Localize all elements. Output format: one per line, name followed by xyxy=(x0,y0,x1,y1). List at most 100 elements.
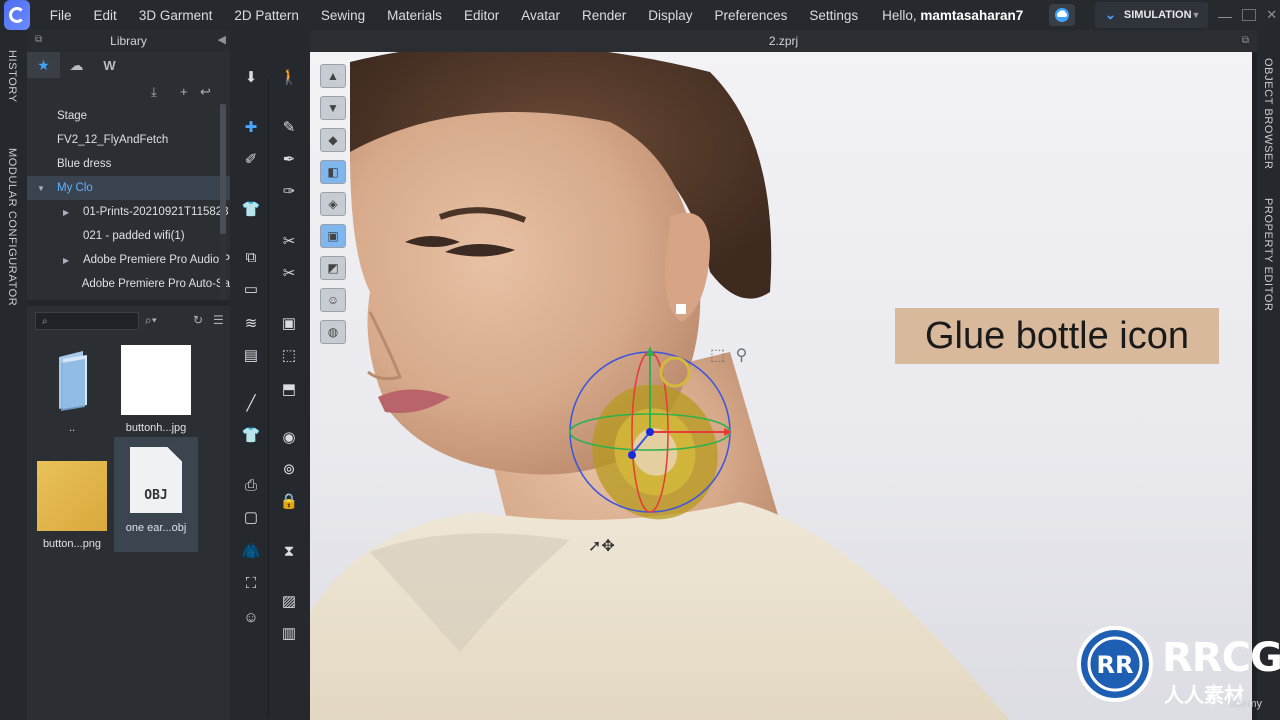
mesh-view-icon[interactable]: ◈ xyxy=(320,192,346,216)
tree-item-label: My Clo xyxy=(57,182,93,194)
tab-modular-configurator[interactable]: MODULAR CONFIGURATOR xyxy=(6,148,18,306)
shirt-edit-icon[interactable]: 👕 xyxy=(238,424,264,446)
menu-3d-garment[interactable]: 3D Garment xyxy=(139,8,213,23)
layer-icon[interactable]: ▤ xyxy=(238,344,264,366)
menu-bar: File Edit 3D Garment 2D Pattern Sewing M… xyxy=(0,0,1280,30)
print-icon[interactable]: ⎙ xyxy=(238,474,264,496)
needle-icon[interactable]: ╱ xyxy=(238,392,264,414)
expand-down-icon[interactable]: ▼ xyxy=(37,184,47,193)
transform-gizmo[interactable] xyxy=(560,342,760,542)
garment-shaded-icon[interactable]: ◆ xyxy=(320,128,346,152)
annotation-label: Glue bottle icon xyxy=(895,308,1219,364)
viewport-title-bar: 2.zprj ⧉ xyxy=(310,30,1257,52)
tab-property-editor[interactable]: PROPERTY EDITOR xyxy=(1262,198,1274,312)
fold-arrangement-icon[interactable]: ✒ xyxy=(276,148,302,170)
menu-sewing[interactable]: Sewing xyxy=(321,8,365,23)
fabric-swatch-icon[interactable]: ▥ xyxy=(276,622,302,644)
jacket-icon[interactable]: 🧥 xyxy=(238,540,264,562)
cloud-tab[interactable]: ☁ xyxy=(60,52,93,78)
transparent-view-icon[interactable]: ◩ xyxy=(320,256,346,280)
simulation-down-icon[interactable]: ⬇ xyxy=(238,66,264,88)
strengthen-icon[interactable]: ✑ xyxy=(276,180,302,202)
tree-scrollbar[interactable] xyxy=(220,104,226,300)
pin-icon[interactable]: ✂ xyxy=(276,230,302,252)
menu-editor[interactable]: Editor xyxy=(464,8,499,23)
collapse-panel-icon[interactable]: ◀ xyxy=(218,33,226,46)
bounding-box-icon[interactable]: ⬚ xyxy=(710,347,725,364)
tree-item[interactable]: Stage xyxy=(27,104,230,128)
tree-item[interactable]: ▶ Adobe Premiere Pro Audio P xyxy=(27,248,230,272)
file-item-buttonh-jpg[interactable]: buttonh...jpg xyxy=(114,337,198,452)
menu-edit[interactable]: Edit xyxy=(94,8,117,23)
simulation-mode-dropdown[interactable]: ⌄ SIMULATION ▼ xyxy=(1095,2,1209,28)
tab-history[interactable]: HISTORY xyxy=(6,50,18,103)
puckering-icon[interactable]: ⬒ xyxy=(276,378,302,400)
popout-icon[interactable]: ⧉ xyxy=(1242,30,1249,52)
library-panel: ⧉ Library ◀ ★ ☁ W ⤓ + ↩ Stage FV2_12_FlyA… xyxy=(27,30,230,720)
buttonhole-icon[interactable]: ⊚ xyxy=(276,458,302,480)
texture-view-icon[interactable]: ◧ xyxy=(320,160,346,184)
app-logo-icon[interactable] xyxy=(4,0,30,30)
file-item-button-png[interactable]: button...png xyxy=(30,453,114,568)
shirring-icon[interactable]: ≋ xyxy=(238,312,264,334)
menu-render[interactable]: Render xyxy=(582,8,626,23)
tab-object-browser[interactable]: OBJECT BROWSER xyxy=(1262,58,1274,170)
walk-pose-icon[interactable]: 🚶 xyxy=(276,66,302,88)
avatar-skin-icon[interactable]: ☺ xyxy=(320,288,346,312)
tape-icon[interactable]: ▭ xyxy=(238,278,264,300)
list-view-icon[interactable]: ☰ xyxy=(213,313,224,327)
transform-pattern-icon[interactable]: ✐ xyxy=(238,148,264,170)
garment-display-icon[interactable]: ▼ xyxy=(320,96,346,120)
tshirt-icon[interactable]: ⛶ xyxy=(238,572,264,594)
tree-item[interactable]: FV2_12_FlyAndFetch xyxy=(27,128,230,152)
add-folder-icon[interactable]: + xyxy=(180,84,188,99)
trim-icon[interactable]: ▨ xyxy=(276,590,302,612)
button-tool-icon[interactable]: ◉ xyxy=(276,426,302,448)
pin-tool-icon[interactable]: ⚲ xyxy=(736,347,748,364)
avatar-icon[interactable]: ☺ xyxy=(238,606,264,628)
library-search-input[interactable] xyxy=(51,315,132,327)
popout-icon[interactable]: ⧉ xyxy=(35,34,42,45)
menu-avatar[interactable]: Avatar xyxy=(521,8,560,23)
select-move-icon[interactable]: ✚ xyxy=(238,116,264,138)
search-options-icon[interactable]: ⌕▾ xyxy=(145,313,157,328)
close-button[interactable]: ✕ xyxy=(1266,8,1280,21)
tree-item[interactable]: Adobe Premiere Pro Auto-Sa xyxy=(27,272,230,296)
fabric-view-icon[interactable]: ▣ xyxy=(320,224,346,248)
expand-right-icon[interactable]: ▶ xyxy=(63,256,73,265)
select-mesh-icon[interactable]: ✎ xyxy=(276,116,302,138)
maximize-button[interactable] xyxy=(1242,9,1257,21)
menu-display[interactable]: Display xyxy=(648,8,692,23)
tree-item[interactable]: Blue dress xyxy=(27,152,230,176)
stitch-icon[interactable]: ⬚ xyxy=(276,344,302,366)
garment-icon[interactable]: 👕 xyxy=(238,198,264,220)
globe-icon[interactable]: ◍ xyxy=(320,320,346,344)
menu-materials[interactable]: Materials xyxy=(387,8,442,23)
tree-item[interactable]: ▶ 01-Prints-20210921T115828 xyxy=(27,200,230,224)
menu-file[interactable]: File xyxy=(50,8,72,23)
expand-right-icon[interactable]: ▶ xyxy=(63,208,73,217)
lock-button-icon[interactable]: 🔒 xyxy=(276,490,302,512)
file-item-parent-folder[interactable]: .. xyxy=(30,337,114,452)
favorites-tab[interactable]: ★ xyxy=(27,52,60,78)
connect-tab[interactable]: W xyxy=(93,52,126,78)
download-icon[interactable]: ⤓ xyxy=(151,84,157,100)
shirt-fold-icon[interactable]: ▣ xyxy=(276,312,302,334)
tuck-icon[interactable]: ⧉ xyxy=(238,246,264,268)
back-arrow-icon[interactable]: ↩ xyxy=(200,84,211,100)
3d-viewport[interactable]: ▲ ▼ ◆ ◧ ◈ ▣ ◩ ☺ ◍ ⬚ ⚲ ➚✥ Glue bottle ico… xyxy=(310,52,1252,720)
menu-2d-pattern[interactable]: 2D Pattern xyxy=(234,8,299,23)
tree-item[interactable]: 021 - padded wifi(1) xyxy=(27,224,230,248)
menu-settings[interactable]: Settings xyxy=(809,8,858,23)
cloud-sync-button[interactable] xyxy=(1049,4,1075,26)
library-search-field[interactable]: ⌕ xyxy=(35,312,139,330)
menu-preferences[interactable]: Preferences xyxy=(715,8,788,23)
refresh-icon[interactable]: ↻ xyxy=(193,313,203,327)
measure-icon[interactable]: ✂ xyxy=(276,262,302,284)
minimize-button[interactable] xyxy=(1218,12,1233,18)
zipper-icon[interactable]: ⧗ xyxy=(276,540,302,562)
avatar-display-icon[interactable]: ▲ xyxy=(320,64,346,88)
tree-item[interactable]: ▼ My Clo xyxy=(27,176,230,200)
file-item-one-ear-obj[interactable]: OBJ one ear...obj xyxy=(114,437,198,552)
bag-icon[interactable]: ▢ xyxy=(238,506,264,528)
